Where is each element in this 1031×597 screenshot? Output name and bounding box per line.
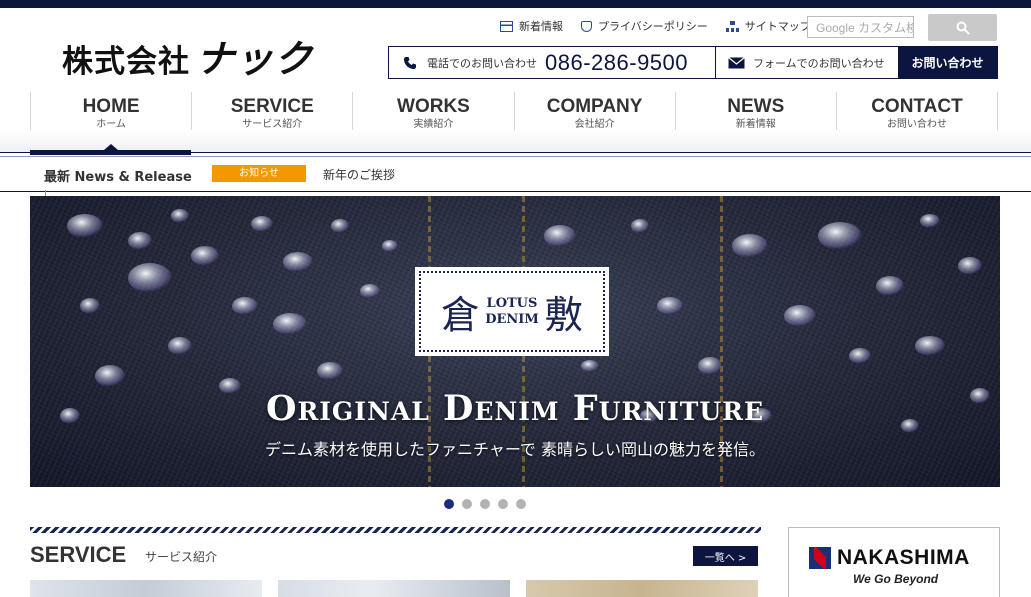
phone-label: 電話でのお問い合わせ — [427, 56, 537, 70]
nav-background — [0, 130, 1031, 152]
nav-item-company[interactable]: COMPANY 会社紹介 — [513, 92, 675, 132]
search-input[interactable]: Google カスタム検索 — [807, 16, 914, 38]
utility-link-label: サイトマップ — [744, 20, 811, 33]
logo-company-name: ナック — [196, 37, 314, 81]
nav-label-en: HOME — [82, 96, 140, 117]
logo-company-type: 株式会社 — [62, 44, 190, 80]
top-accent-bar — [0, 0, 1031, 8]
utility-link-label: プライバシーポリシー — [598, 20, 708, 33]
section-stripe — [30, 527, 761, 533]
view-all-button[interactable]: 一覧へ > — [693, 546, 758, 566]
service-thumbnail[interactable] — [526, 580, 758, 597]
slider-dot[interactable] — [462, 499, 472, 509]
nav-label-ja: 会社紹介 — [574, 119, 615, 130]
nav-label-en: COMPANY — [546, 96, 643, 117]
contact-button[interactable]: お問い合わせ — [898, 47, 997, 78]
nav-item-works[interactable]: WORKS 実績紹介 — [352, 92, 513, 132]
nav-active-indicator — [30, 150, 191, 155]
section-subtitle: サービス紹介 — [145, 550, 218, 564]
sitemap-icon — [725, 20, 739, 32]
nav-label-en: NEWS — [727, 96, 785, 117]
search-icon — [956, 21, 970, 35]
slider-pagination — [444, 499, 526, 509]
news-category-badge: お知らせ — [212, 165, 306, 182]
nav-item-service[interactable]: SERVICE サービス紹介 — [191, 92, 352, 132]
news-ticker-link[interactable]: 新年のご挨拶 — [323, 166, 395, 183]
nav-active-caret-icon — [104, 144, 118, 150]
utility-link-privacy[interactable]: プライバシーポリシー — [581, 18, 708, 34]
global-nav: HOME ホーム SERVICE サービス紹介 WORKS 実績紹介 COMPA… — [30, 92, 999, 132]
logo-text-line-1: LOTUS — [486, 295, 538, 311]
mail-icon — [728, 56, 745, 68]
lotus-denim-logo: 倉 LOTUS DENIM 敷 — [415, 267, 609, 356]
nav-label-ja: サービス紹介 — [242, 119, 303, 130]
sponsor-logo: NAKASHIMA — [809, 546, 970, 570]
hero-slider[interactable]: 倉 LOTUS DENIM 敷 Original Denim Furniture… — [30, 196, 1000, 487]
utility-links: 新着情報 プライバシーポリシー サイトマップ — [500, 18, 811, 34]
sponsor-name: NAKASHIMA — [837, 546, 970, 569]
form-label: フォームでのお問い合わせ — [753, 56, 885, 70]
phone-icon — [404, 56, 416, 69]
logo-text-line-2: DENIM — [485, 311, 539, 327]
slider-dot[interactable] — [498, 499, 508, 509]
nav-item-news[interactable]: NEWS 新着情報 — [674, 92, 836, 132]
news-ticker-label: 最新 News & Release — [44, 170, 192, 185]
nav-item-home[interactable]: HOME ホーム — [30, 92, 191, 132]
hero-subtitle: デニム素材を使用したファニチャーで 素晴らしい岡山の魅力を発信。 — [265, 440, 765, 459]
search-button[interactable] — [928, 14, 997, 41]
logo-kanji-right: 敷 — [544, 293, 583, 337]
utility-link-sitemap[interactable]: サイトマップ — [725, 18, 811, 34]
nav-item-contact[interactable]: CONTACT お問い合わせ — [835, 92, 999, 132]
sponsor-tagline: We Go Beyond — [853, 572, 939, 586]
slider-dot-active[interactable] — [444, 499, 454, 509]
logo-kanji-left: 倉 — [441, 293, 480, 337]
service-thumbnail[interactable] — [30, 580, 262, 597]
nav-label-ja: ホーム — [96, 119, 126, 130]
phone-contact[interactable]: 電話でのお問い合わせ 086-286-9500 — [389, 47, 716, 78]
nav-label-en: CONTACT — [871, 96, 963, 117]
logo-text: LOTUS DENIM — [485, 296, 539, 328]
nav-label-ja: 新着情報 — [735, 119, 776, 130]
site-logo[interactable]: 株式会社 ナック — [62, 28, 313, 83]
form-contact[interactable]: フォームでのお問い合わせ — [716, 47, 898, 78]
section-title: SERVICE — [30, 542, 127, 567]
nav-label-ja: 実績紹介 — [413, 119, 454, 130]
nav-label-en: SERVICE — [230, 96, 314, 117]
utility-link-news[interactable]: 新着情報 — [500, 18, 563, 34]
news-ticker: 最新 News & Release お知らせ 新年のご挨拶 — [0, 157, 1031, 196]
nakashima-logo-icon — [809, 547, 831, 569]
slider-dot[interactable] — [480, 499, 490, 509]
privacy-icon — [581, 20, 592, 32]
contact-bar: 電話でのお問い合わせ 086-286-9500 フォームでのお問い合わせ お問い… — [388, 46, 998, 79]
news-icon — [500, 20, 513, 32]
nav-label-ja: お問い合わせ — [886, 119, 947, 130]
sponsor-banner[interactable]: NAKASHIMA We Go Beyond — [788, 527, 1000, 597]
utility-link-label: 新着情報 — [519, 20, 563, 33]
nav-label-en: WORKS — [397, 96, 470, 117]
hero-title: Original Denim Furniture — [265, 388, 765, 429]
phone-number: 086-286-9500 — [545, 49, 689, 75]
slider-dot[interactable] — [516, 499, 526, 509]
service-thumbnail[interactable] — [278, 580, 510, 597]
